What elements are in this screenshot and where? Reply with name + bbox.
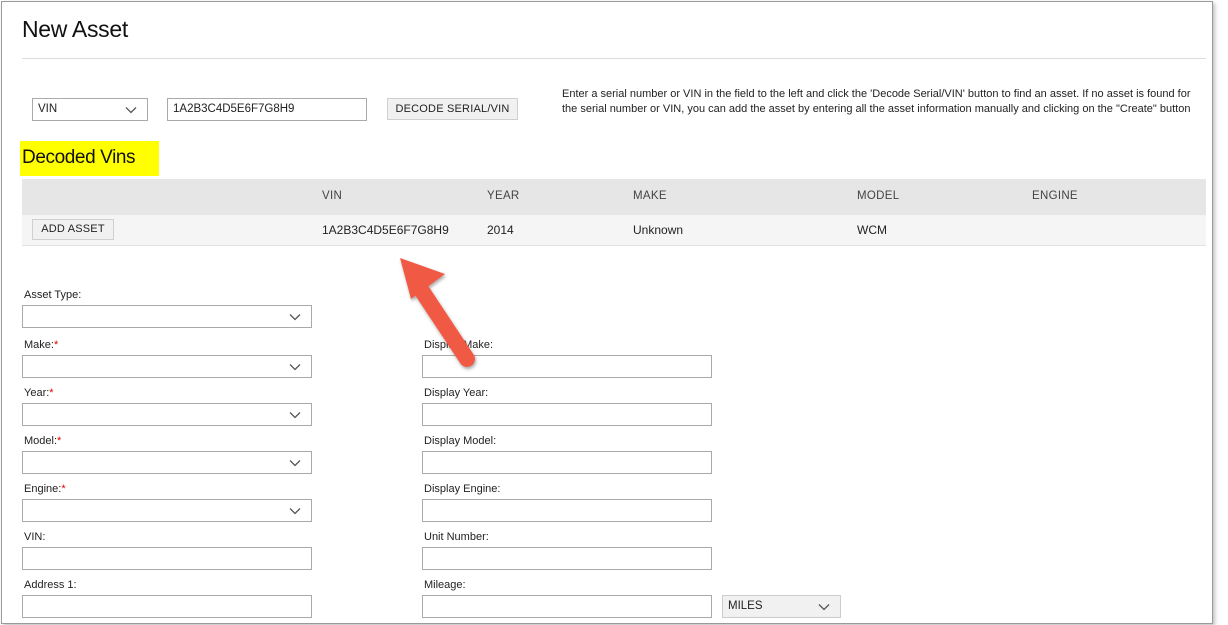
mileage-label: Mileage: (424, 579, 466, 591)
chevron-down-icon (289, 460, 301, 467)
add-asset-button[interactable]: ADD ASSET (32, 219, 114, 240)
decode-help-text: Enter a serial number or VIN in the fiel… (562, 88, 1191, 115)
decoded-vins-heading: Decoded Vins (20, 141, 159, 176)
display-engine-label: Display Engine: (424, 483, 501, 495)
chevron-down-icon (125, 107, 137, 114)
display-year-input[interactable] (422, 403, 712, 426)
required-marker: * (49, 387, 54, 399)
display-engine-input[interactable] (422, 499, 712, 522)
column-header-engine: ENGINE (1032, 190, 1078, 202)
unit-number-label: Unit Number: (424, 531, 489, 543)
chevron-down-icon (289, 412, 301, 419)
vin-input[interactable] (22, 547, 312, 570)
row-vin: 1A2B3C4D5E6F7G8H9 (322, 223, 449, 237)
decoded-vins-table-header: VIN YEAR MAKE MODEL ENGINE (22, 179, 1206, 215)
engine-label: Engine:* (24, 483, 66, 495)
serial-vin-input[interactable]: 1A2B3C4D5E6F7G8H9 (167, 98, 367, 121)
mileage-input[interactable] (422, 595, 712, 618)
column-header-make: MAKE (633, 190, 667, 202)
column-header-vin: VIN (322, 190, 343, 202)
model-label-text: Model: (24, 435, 58, 447)
table-row: ADD ASSET 1A2B3C4D5E6F7G8H9 2014 Unknown… (22, 215, 1206, 246)
required-marker: * (61, 483, 66, 495)
serial-type-select[interactable]: VIN (32, 98, 148, 121)
year-label: Year:* (24, 387, 54, 399)
model-label: Model:* (24, 435, 61, 447)
mileage-unit-value: MILES (728, 600, 763, 612)
app-window: New Asset VIN 1A2B3C4D5E6F7G8H9 DECODE S… (1, 1, 1213, 624)
engine-select[interactable] (22, 499, 312, 522)
page-title: New Asset (22, 16, 128, 42)
row-year: 2014 (487, 223, 514, 237)
display-year-label: Display Year: (424, 387, 489, 399)
annotation-arrow-icon (400, 258, 475, 367)
title-divider (22, 58, 1206, 59)
make-select[interactable] (22, 355, 312, 378)
address1-input[interactable] (22, 595, 312, 618)
asset-type-select[interactable] (22, 305, 312, 328)
serial-vin-value: 1A2B3C4D5E6F7G8H9 (173, 103, 295, 115)
column-header-model: MODEL (857, 190, 900, 202)
year-label-text: Year: (24, 387, 50, 399)
row-make: Unknown (633, 223, 684, 237)
chevron-down-icon (289, 508, 301, 515)
unit-number-input[interactable] (422, 547, 712, 570)
make-label-text: Make: (24, 339, 54, 351)
required-marker: * (57, 435, 62, 447)
column-header-year: YEAR (487, 190, 520, 202)
make-label: Make:* (24, 339, 58, 351)
vin-label: VIN: (24, 531, 46, 543)
asset-type-label: Asset Type: (24, 289, 82, 301)
display-model-label: Display Model: (424, 435, 497, 447)
year-select[interactable] (22, 403, 312, 426)
row-model: WCM (857, 223, 887, 237)
serial-type-value: VIN (38, 103, 58, 115)
address1-label: Address 1: (24, 579, 77, 591)
display-model-input[interactable] (422, 451, 712, 474)
chevron-down-icon (289, 364, 301, 371)
model-select[interactable] (22, 451, 312, 474)
decoded-vins-heading-text: Decoded Vins (22, 147, 136, 168)
chevron-down-icon (289, 314, 301, 321)
required-marker: * (53, 339, 59, 351)
chevron-down-icon (818, 604, 830, 611)
engine-label-text: Engine: (24, 483, 62, 495)
mileage-unit-select[interactable]: MILES (722, 595, 841, 618)
decode-serial-vin-button[interactable]: DECODE SERIAL/VIN (387, 98, 518, 120)
